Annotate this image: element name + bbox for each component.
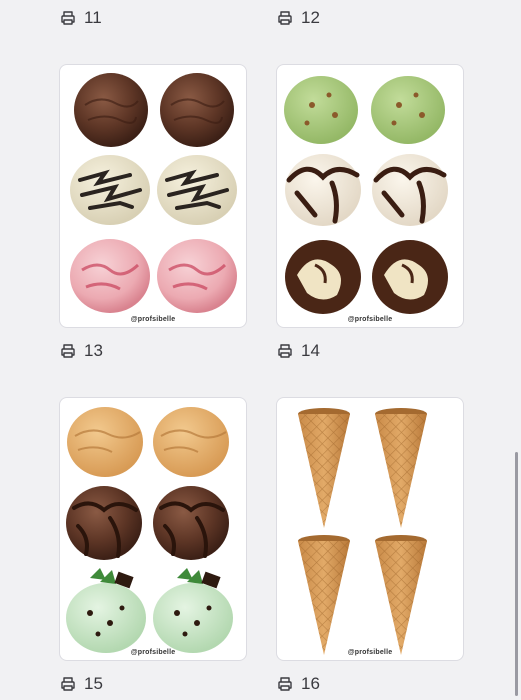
printer-icon [278,344,292,358]
ice-cream-scoops-image [70,73,237,313]
strawberry-scoop [157,239,237,313]
print-number: 14 [301,341,320,360]
printer-icon [61,11,75,25]
print-number: 11 [84,8,102,27]
print-label-12[interactable]: 12 [277,8,320,28]
waffle-cone [375,408,427,528]
mint-chip-scoop [153,568,233,653]
print-number: 12 [301,8,320,27]
credit-text: @profsibelle [130,649,176,656]
vanilla-fudge-scoop [372,154,448,226]
chocolate-fudge-scoop [66,486,142,560]
chocolate-fudge-scoop [153,486,229,560]
waffle-cone [298,535,350,655]
ice-cream-scoops-image [284,76,448,314]
waffle-cone [298,408,350,528]
pistachio-scoop [284,76,358,144]
chocolate-swirl-scoop [285,240,361,314]
printer-icon [278,11,292,25]
print-number: 13 [84,341,103,360]
caramel-scoop [67,407,143,477]
print-label-11[interactable]: 11 [60,8,102,28]
vanilla-fudge-scoop [285,154,361,226]
print-label-15[interactable]: 15 [60,674,103,694]
cookies-cream-scoop [70,155,150,225]
print-label-14[interactable]: 14 [277,341,320,361]
waffle-cone [375,535,427,655]
sheet-card-15[interactable]: @profsibelle [59,397,247,661]
print-label-16[interactable]: 16 [277,674,320,694]
ice-cream-cones-image [298,408,427,655]
printer-icon [61,677,75,691]
pistachio-scoop [371,76,445,144]
strawberry-scoop [70,239,150,313]
credit-text: @profsibelle [347,649,393,656]
sheet-card-13[interactable]: @profsibelle [59,64,247,328]
print-number: 16 [301,674,320,693]
sheet-card-14[interactable]: @profsibelle [276,64,464,328]
print-number: 15 [84,674,103,693]
mint-chip-scoop [66,568,146,653]
chocolate-scoop [74,73,148,147]
printer-icon [278,677,292,691]
scrollbar[interactable] [515,452,518,696]
printer-icon [61,344,75,358]
chocolate-scoop [160,73,234,147]
chocolate-swirl-scoop [372,240,448,314]
cookies-cream-scoop [157,155,237,225]
print-label-13[interactable]: 13 [60,341,103,361]
credit-text: @profsibelle [130,316,176,323]
caramel-scoop [153,407,229,477]
ice-cream-scoops-image [66,407,233,653]
credit-text: @profsibelle [347,316,393,323]
sheet-card-16[interactable]: @profsibelle [276,397,464,661]
